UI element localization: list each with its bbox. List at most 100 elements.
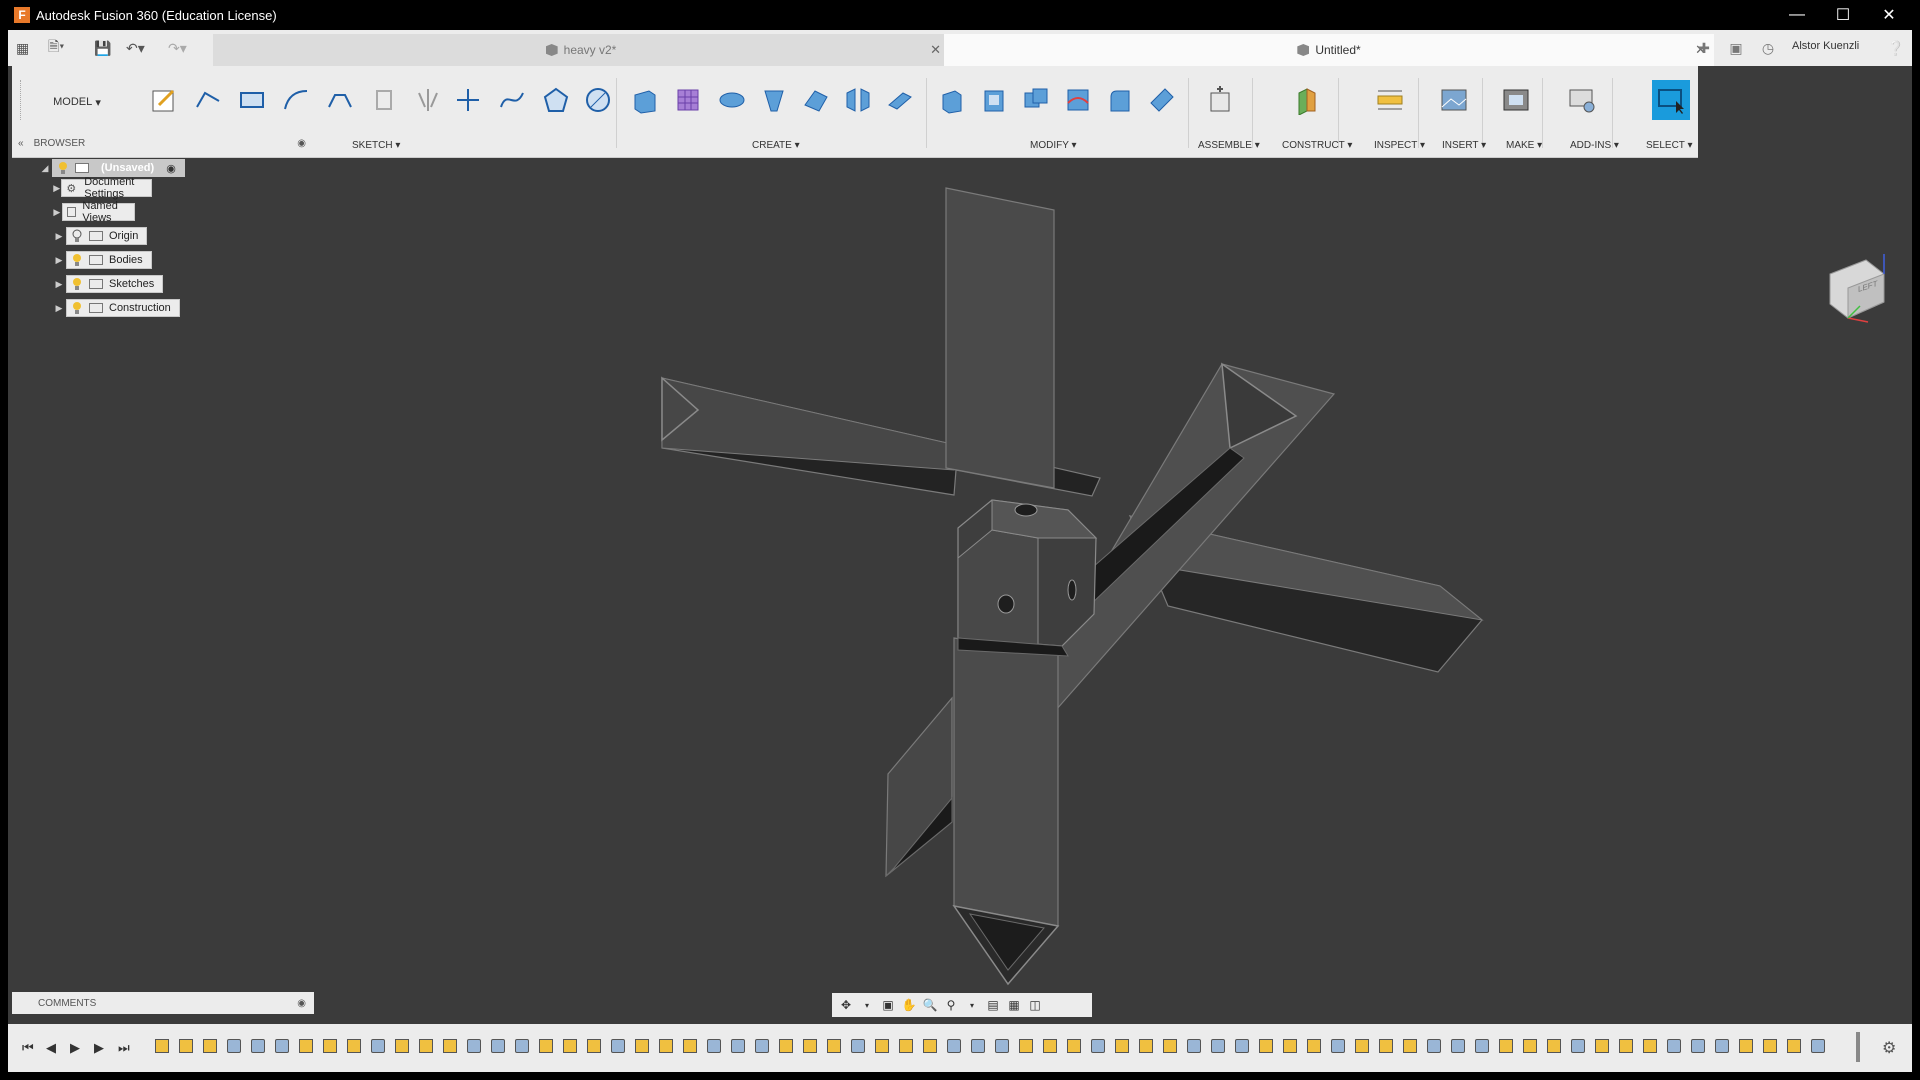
spline-icon[interactable]: [496, 82, 528, 118]
viewports-icon[interactable]: ◫: [1027, 997, 1043, 1013]
form-icon[interactable]: [672, 82, 704, 118]
pin-icon[interactable]: ◉: [297, 138, 306, 149]
timeline-feature-icon[interactable]: [272, 1036, 292, 1056]
timeline-feature-icon[interactable]: [320, 1036, 340, 1056]
group-construct-label[interactable]: CONSTRUCT ▾: [1282, 140, 1352, 151]
group-select-label[interactable]: SELECT ▾: [1646, 140, 1693, 151]
loft-icon[interactable]: [800, 82, 832, 118]
timeline-feature-icon[interactable]: [608, 1036, 628, 1056]
circle-icon[interactable]: [582, 82, 614, 118]
insert-canvas-icon[interactable]: [1438, 82, 1470, 118]
group-make-label[interactable]: MAKE ▾: [1506, 140, 1542, 151]
sweep-icon[interactable]: [758, 82, 790, 118]
expand-arrow-icon[interactable]: ▶: [52, 255, 66, 266]
timeline-feature-icon[interactable]: [1328, 1036, 1348, 1056]
timeline-feature-icon[interactable]: [1760, 1036, 1780, 1056]
arc-icon[interactable]: [280, 82, 312, 118]
timeline-feature-icon[interactable]: [488, 1036, 508, 1056]
tree-node-origin[interactable]: ▶ Origin: [52, 226, 148, 246]
mirror-sketch-icon[interactable]: [412, 82, 444, 118]
timeline-feature-icon[interactable]: [344, 1036, 364, 1056]
timeline-feature-icon[interactable]: [680, 1036, 700, 1056]
close-window-button[interactable]: ✕: [1866, 0, 1912, 30]
combine-icon[interactable]: [1020, 82, 1052, 118]
timeline-feature-icon[interactable]: [1304, 1036, 1324, 1056]
timeline-feature-icon[interactable]: [1784, 1036, 1804, 1056]
timeline-feature-icon[interactable]: [1232, 1036, 1252, 1056]
timeline-feature-icon[interactable]: [800, 1036, 820, 1056]
timeline-feature-icon[interactable]: [1256, 1036, 1276, 1056]
group-addins-label[interactable]: ADD-INS ▾: [1570, 140, 1619, 151]
timeline-feature-icon[interactable]: [1568, 1036, 1588, 1056]
fit-icon[interactable]: ⚲: [943, 997, 959, 1013]
timeline-feature-icon[interactable]: [752, 1036, 772, 1056]
group-sketch-label[interactable]: SKETCH ▾: [352, 140, 400, 151]
group-insert-label[interactable]: INSERT ▾: [1442, 140, 1486, 151]
timeline-feature-icon[interactable]: [368, 1036, 388, 1056]
workspace-switcher[interactable]: MODEL ▾: [32, 92, 122, 112]
view-cube[interactable]: LEFT: [1808, 244, 1898, 334]
timeline-feature-icon[interactable]: [1496, 1036, 1516, 1056]
timeline-feature-icon[interactable]: [872, 1036, 892, 1056]
expand-arrow-icon[interactable]: ▶: [52, 279, 66, 290]
timeline-feature-icon[interactable]: [1712, 1036, 1732, 1056]
3d-viewport[interactable]: LEFT: [8, 158, 1912, 1042]
rectangle-icon[interactable]: [236, 82, 268, 118]
timeline-track[interactable]: [152, 1036, 1852, 1060]
timeline-feature-icon[interactable]: [1184, 1036, 1204, 1056]
timeline-feature-icon[interactable]: [944, 1036, 964, 1056]
group-modify-label[interactable]: MODIFY ▾: [1030, 140, 1077, 151]
timeline-feature-icon[interactable]: [968, 1036, 988, 1056]
timeline-feature-icon[interactable]: [992, 1036, 1012, 1056]
timeline-feature-icon[interactable]: [224, 1036, 244, 1056]
orbit-dropdown-icon[interactable]: ▾: [859, 997, 875, 1013]
comments-panel-header[interactable]: COMMENTS ◉: [12, 992, 314, 1014]
timeline-feature-icon[interactable]: [704, 1036, 724, 1056]
timeline-feature-icon[interactable]: [1472, 1036, 1492, 1056]
timeline-feature-icon[interactable]: [1208, 1036, 1228, 1056]
redo-icon[interactable]: ↷▾: [168, 38, 187, 58]
timeline-feature-icon[interactable]: [920, 1036, 940, 1056]
timeline-settings-gear-icon[interactable]: ⚙: [1882, 1038, 1902, 1058]
timeline-feature-icon[interactable]: [1808, 1036, 1828, 1056]
browser-panel-header[interactable]: « BROWSER ◉: [12, 132, 314, 154]
tree-node-document-settings[interactable]: ▶ ⚙ Document Settings: [52, 176, 153, 200]
timeline-feature-icon[interactable]: [1736, 1036, 1756, 1056]
timeline-feature-icon[interactable]: [176, 1036, 196, 1056]
press-pull-icon[interactable]: [936, 82, 968, 118]
timeline-feature-icon[interactable]: [1088, 1036, 1108, 1056]
step-forward-icon[interactable]: ▶: [94, 1040, 104, 1056]
timeline-feature-icon[interactable]: [1112, 1036, 1132, 1056]
visibility-bulb-icon[interactable]: [71, 229, 83, 243]
visibility-bulb-icon[interactable]: [71, 253, 83, 267]
step-back-icon[interactable]: ◀: [46, 1040, 56, 1056]
save-icon[interactable]: 💾: [94, 38, 111, 58]
timeline-feature-icon[interactable]: [440, 1036, 460, 1056]
timeline-feature-icon[interactable]: [1616, 1036, 1636, 1056]
visibility-bulb-icon[interactable]: [71, 277, 83, 291]
measure-icon[interactable]: [1374, 82, 1406, 118]
timeline-feature-icon[interactable]: [296, 1036, 316, 1056]
offset-icon[interactable]: [324, 82, 356, 118]
timeline-feature-icon[interactable]: [1520, 1036, 1540, 1056]
notifications-icon[interactable]: ▣: [1726, 38, 1746, 58]
visibility-bulb-icon[interactable]: [71, 301, 83, 315]
project-icon[interactable]: [368, 82, 400, 118]
group-create-label[interactable]: CREATE ▾: [752, 140, 800, 151]
shell-icon[interactable]: [978, 82, 1010, 118]
3d-print-icon[interactable]: [1500, 82, 1532, 118]
go-to-end-icon[interactable]: ⏭: [118, 1040, 130, 1056]
expand-arrow-icon[interactable]: ▶: [52, 207, 62, 218]
undo-icon[interactable]: ↶▾: [126, 38, 145, 58]
timeline-feature-icon[interactable]: [152, 1036, 172, 1056]
timeline-feature-icon[interactable]: [1400, 1036, 1420, 1056]
timeline-feature-icon[interactable]: [248, 1036, 268, 1056]
timeline-feature-icon[interactable]: [1040, 1036, 1060, 1056]
select-icon[interactable]: [1652, 80, 1690, 120]
timeline-feature-icon[interactable]: [584, 1036, 604, 1056]
user-account-name[interactable]: Alstor Kuenzli: [1792, 40, 1859, 52]
split-face-icon[interactable]: [1062, 82, 1094, 118]
mirror-body-icon[interactable]: [842, 82, 874, 118]
point-icon[interactable]: [452, 82, 484, 118]
timeline-feature-icon[interactable]: [1136, 1036, 1156, 1056]
